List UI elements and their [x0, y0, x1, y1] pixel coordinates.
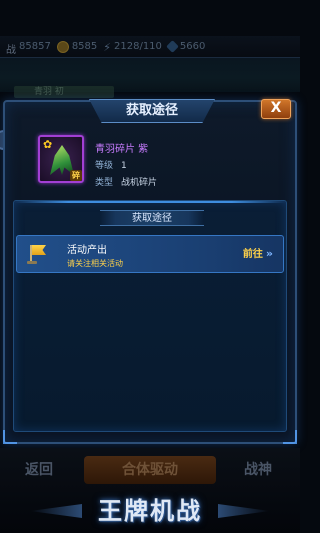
- gold-coin-icon: [56, 40, 69, 53]
- power-stat: 战 85857: [0, 41, 51, 56]
- energy-value: 2128/110: [114, 41, 162, 52]
- diamond-icon: [166, 40, 179, 53]
- type-label: 类型: [95, 178, 114, 188]
- level-value: 1: [121, 161, 127, 171]
- power-icon: 战: [6, 44, 16, 56]
- type-value: 战机碎片: [121, 178, 158, 188]
- item-level-row: 等级 1: [95, 158, 127, 171]
- back-button[interactable]: 返回: [4, 456, 74, 484]
- power-value: 85857: [19, 41, 51, 52]
- background-tab: 青羽 初: [14, 86, 114, 98]
- logo-wing-right: [218, 504, 270, 518]
- source-subtitle: 请关注相关活动: [67, 259, 123, 268]
- level-label: 等级: [95, 161, 114, 171]
- source-row-event[interactable]: 活动产出 请关注相关活动 前往»: [16, 235, 284, 273]
- item-icon-frame: ✿ 碎: [38, 135, 84, 183]
- game-logo: 王牌机战: [98, 497, 202, 525]
- gold-value: 8585: [71, 41, 98, 52]
- energy-bolt-icon: ⚡: [103, 40, 111, 54]
- double-chevron-right-icon: »: [265, 247, 273, 260]
- bottom-bar: 返回 合体驱动 战神: [0, 448, 300, 492]
- item-type-row: 类型 战机碎片: [95, 175, 157, 188]
- dialog-title: 获取途径: [89, 99, 215, 123]
- acquire-dialog: 获取途径 X ✿ 碎 青羽碎片 紫 等级 1 类型 战机碎片 获取途径 活动产出 请…: [3, 99, 297, 444]
- gold-stat: 8585: [51, 40, 98, 53]
- merge-drive-button[interactable]: 合体驱动: [84, 456, 216, 484]
- sources-section-title: 获取途径: [100, 210, 204, 226]
- gems-value: 5660: [179, 41, 206, 52]
- gems-stat: 5660: [162, 40, 206, 53]
- flower-badge-icon: ✿: [43, 138, 53, 151]
- goto-button[interactable]: 前往»: [243, 246, 273, 262]
- close-button[interactable]: X: [261, 99, 291, 119]
- logo-wing-left: [30, 504, 82, 518]
- warlord-button[interactable]: 战神: [220, 456, 296, 484]
- resource-bar: 战 85857 8585 ⚡ 2128/110 5660: [0, 36, 300, 58]
- energy-stat: ⚡ 2128/110: [97, 40, 162, 54]
- source-title: 活动产出: [67, 245, 107, 256]
- goto-label: 前往: [242, 249, 263, 260]
- shard-tag-icon: 碎: [70, 170, 82, 181]
- flag-icon: [27, 243, 49, 265]
- sources-panel: 获取途径 活动产出 请关注相关活动 前往»: [13, 200, 287, 432]
- item-name: 青羽碎片 紫: [95, 144, 149, 155]
- logo-area: 王牌机战: [0, 492, 300, 533]
